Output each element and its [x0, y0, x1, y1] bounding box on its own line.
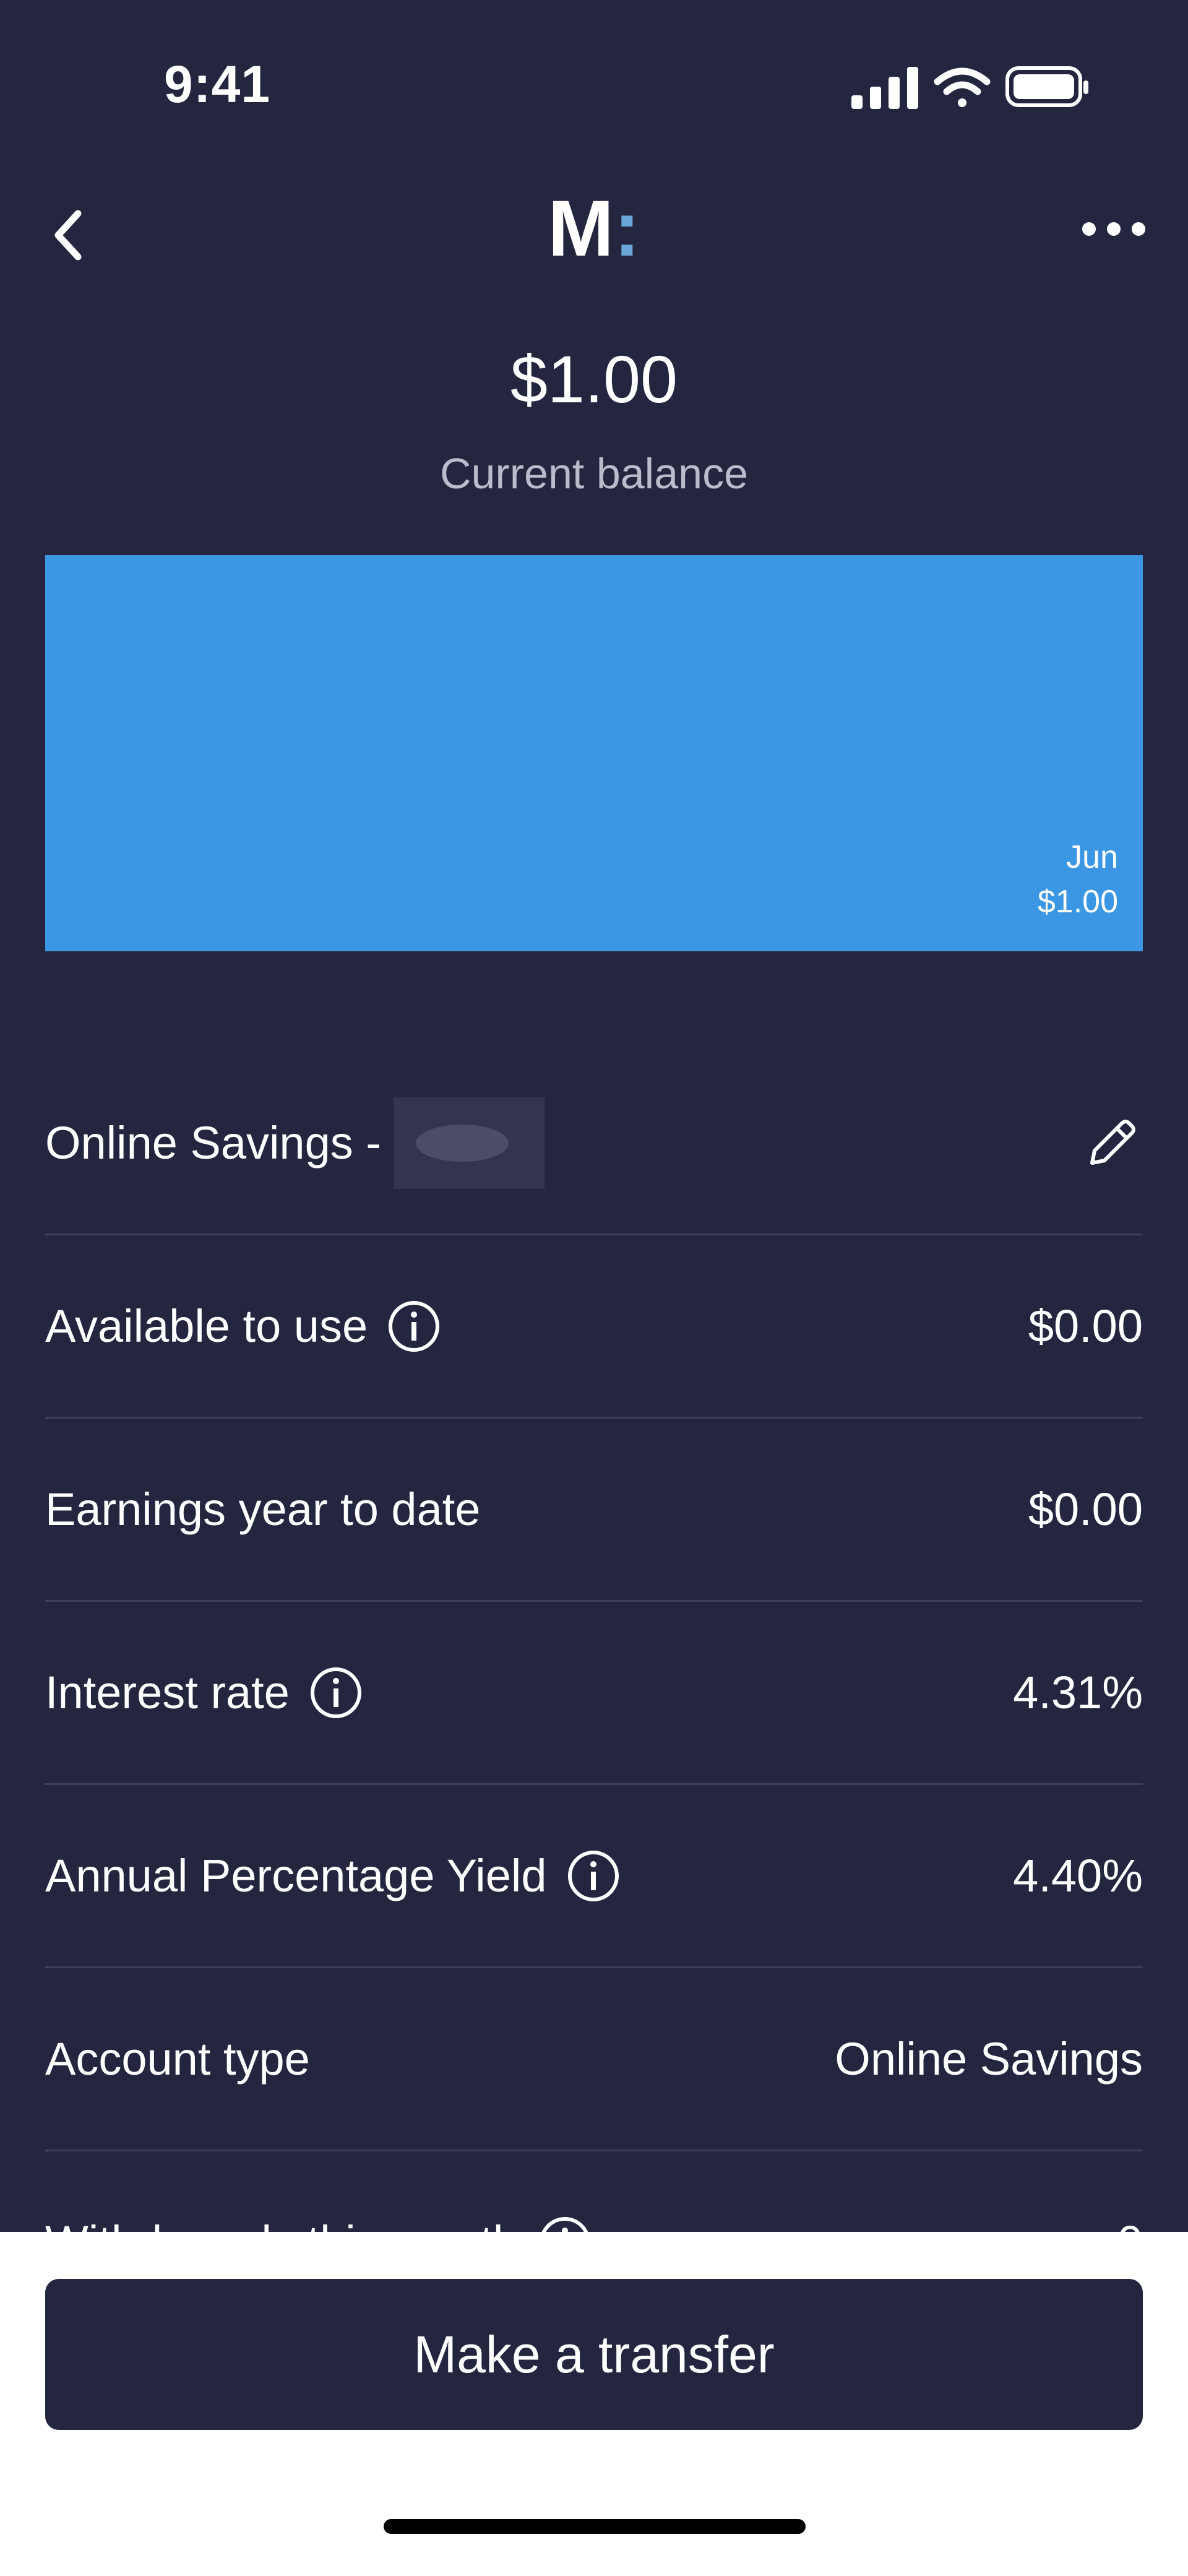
status-time: 9:41: [164, 55, 271, 113]
chart-tooltip-month: Jun: [1066, 839, 1118, 875]
interest-rate-row: Interest rate 4.31%: [45, 1602, 1143, 1785]
more-horizontal-icon: [1082, 222, 1145, 236]
account-type-value: Online Savings: [835, 2033, 1143, 2085]
apy-group: Annual Percentage Yield: [45, 1848, 621, 1904]
interest-rate-value: 4.31%: [1013, 1667, 1143, 1718]
earnings-ytd-row: Earnings year to date $0.00: [45, 1419, 1143, 1602]
earnings-ytd-group: Earnings year to date: [45, 1483, 480, 1536]
available-to-use-row: Available to use $0.00: [45, 1235, 1143, 1419]
battery-icon: [1005, 66, 1088, 107]
account-type-group: Account type: [45, 2033, 310, 2085]
interest-rate-label: Interest rate: [45, 1667, 290, 1718]
balance-chart-svg: [45, 555, 1143, 951]
available-to-use-group: Available to use: [45, 1299, 442, 1354]
brand-logo: M:: [532, 186, 656, 272]
logo-letter: M: [548, 184, 614, 273]
account-type-row: Account type Online Savings: [45, 1968, 1143, 2151]
make-transfer-button[interactable]: Make a transfer: [45, 2279, 1143, 2430]
earnings-ytd-label: Earnings year to date: [45, 1484, 481, 1535]
logo-colon: :: [614, 184, 640, 273]
chart-area-series: [45, 555, 1143, 951]
back-button[interactable]: [31, 198, 105, 272]
balance-label: Current balance: [439, 449, 749, 498]
account-name-row: Online Savings -: [45, 1052, 1143, 1235]
bottom-action-bar: Make a transfer: [0, 2232, 1188, 2576]
info-icon[interactable]: [386, 1299, 442, 1354]
edit-icon[interactable]: [1081, 1112, 1143, 1174]
redacted-account-number: [393, 1097, 544, 1189]
more-options-button[interactable]: [1064, 198, 1163, 260]
chevron-left-icon: [54, 210, 82, 261]
apy-label: Annual Percentage Yield: [45, 1850, 547, 1901]
earnings-ytd-value: $0.00: [1028, 1484, 1143, 1535]
chart-tooltip-value: $1.00: [1037, 884, 1118, 920]
account-detail-screen: 9:41 M: $1.00 Current balance Jun $1.00 …: [0, 0, 1188, 2576]
info-icon[interactable]: [308, 1665, 364, 1721]
cellular-signal-icon: [851, 67, 918, 109]
status-bar: 9:41: [0, 0, 1188, 179]
balance-chart[interactable]: Jun $1.00: [45, 555, 1143, 951]
available-to-use-value: $0.00: [1028, 1300, 1143, 1352]
info-icon[interactable]: [566, 1848, 621, 1904]
available-to-use-label: Available to use: [45, 1300, 368, 1352]
home-indicator: [384, 2519, 806, 2534]
account-name-group: Online Savings -: [45, 1097, 544, 1189]
status-icons: [848, 63, 1089, 113]
account-details-list: Online Savings - Available to use $0.00: [45, 1052, 1143, 2335]
balance-amount: $1.00: [510, 342, 678, 417]
interest-rate-group: Interest rate: [45, 1665, 364, 1721]
wifi-icon: [934, 67, 991, 107]
account-name-label: Online Savings -: [45, 1117, 381, 1169]
apy-row: Annual Percentage Yield 4.40%: [45, 1785, 1143, 1968]
account-type-label: Account type: [45, 2033, 310, 2085]
apy-value: 4.40%: [1013, 1850, 1143, 1901]
